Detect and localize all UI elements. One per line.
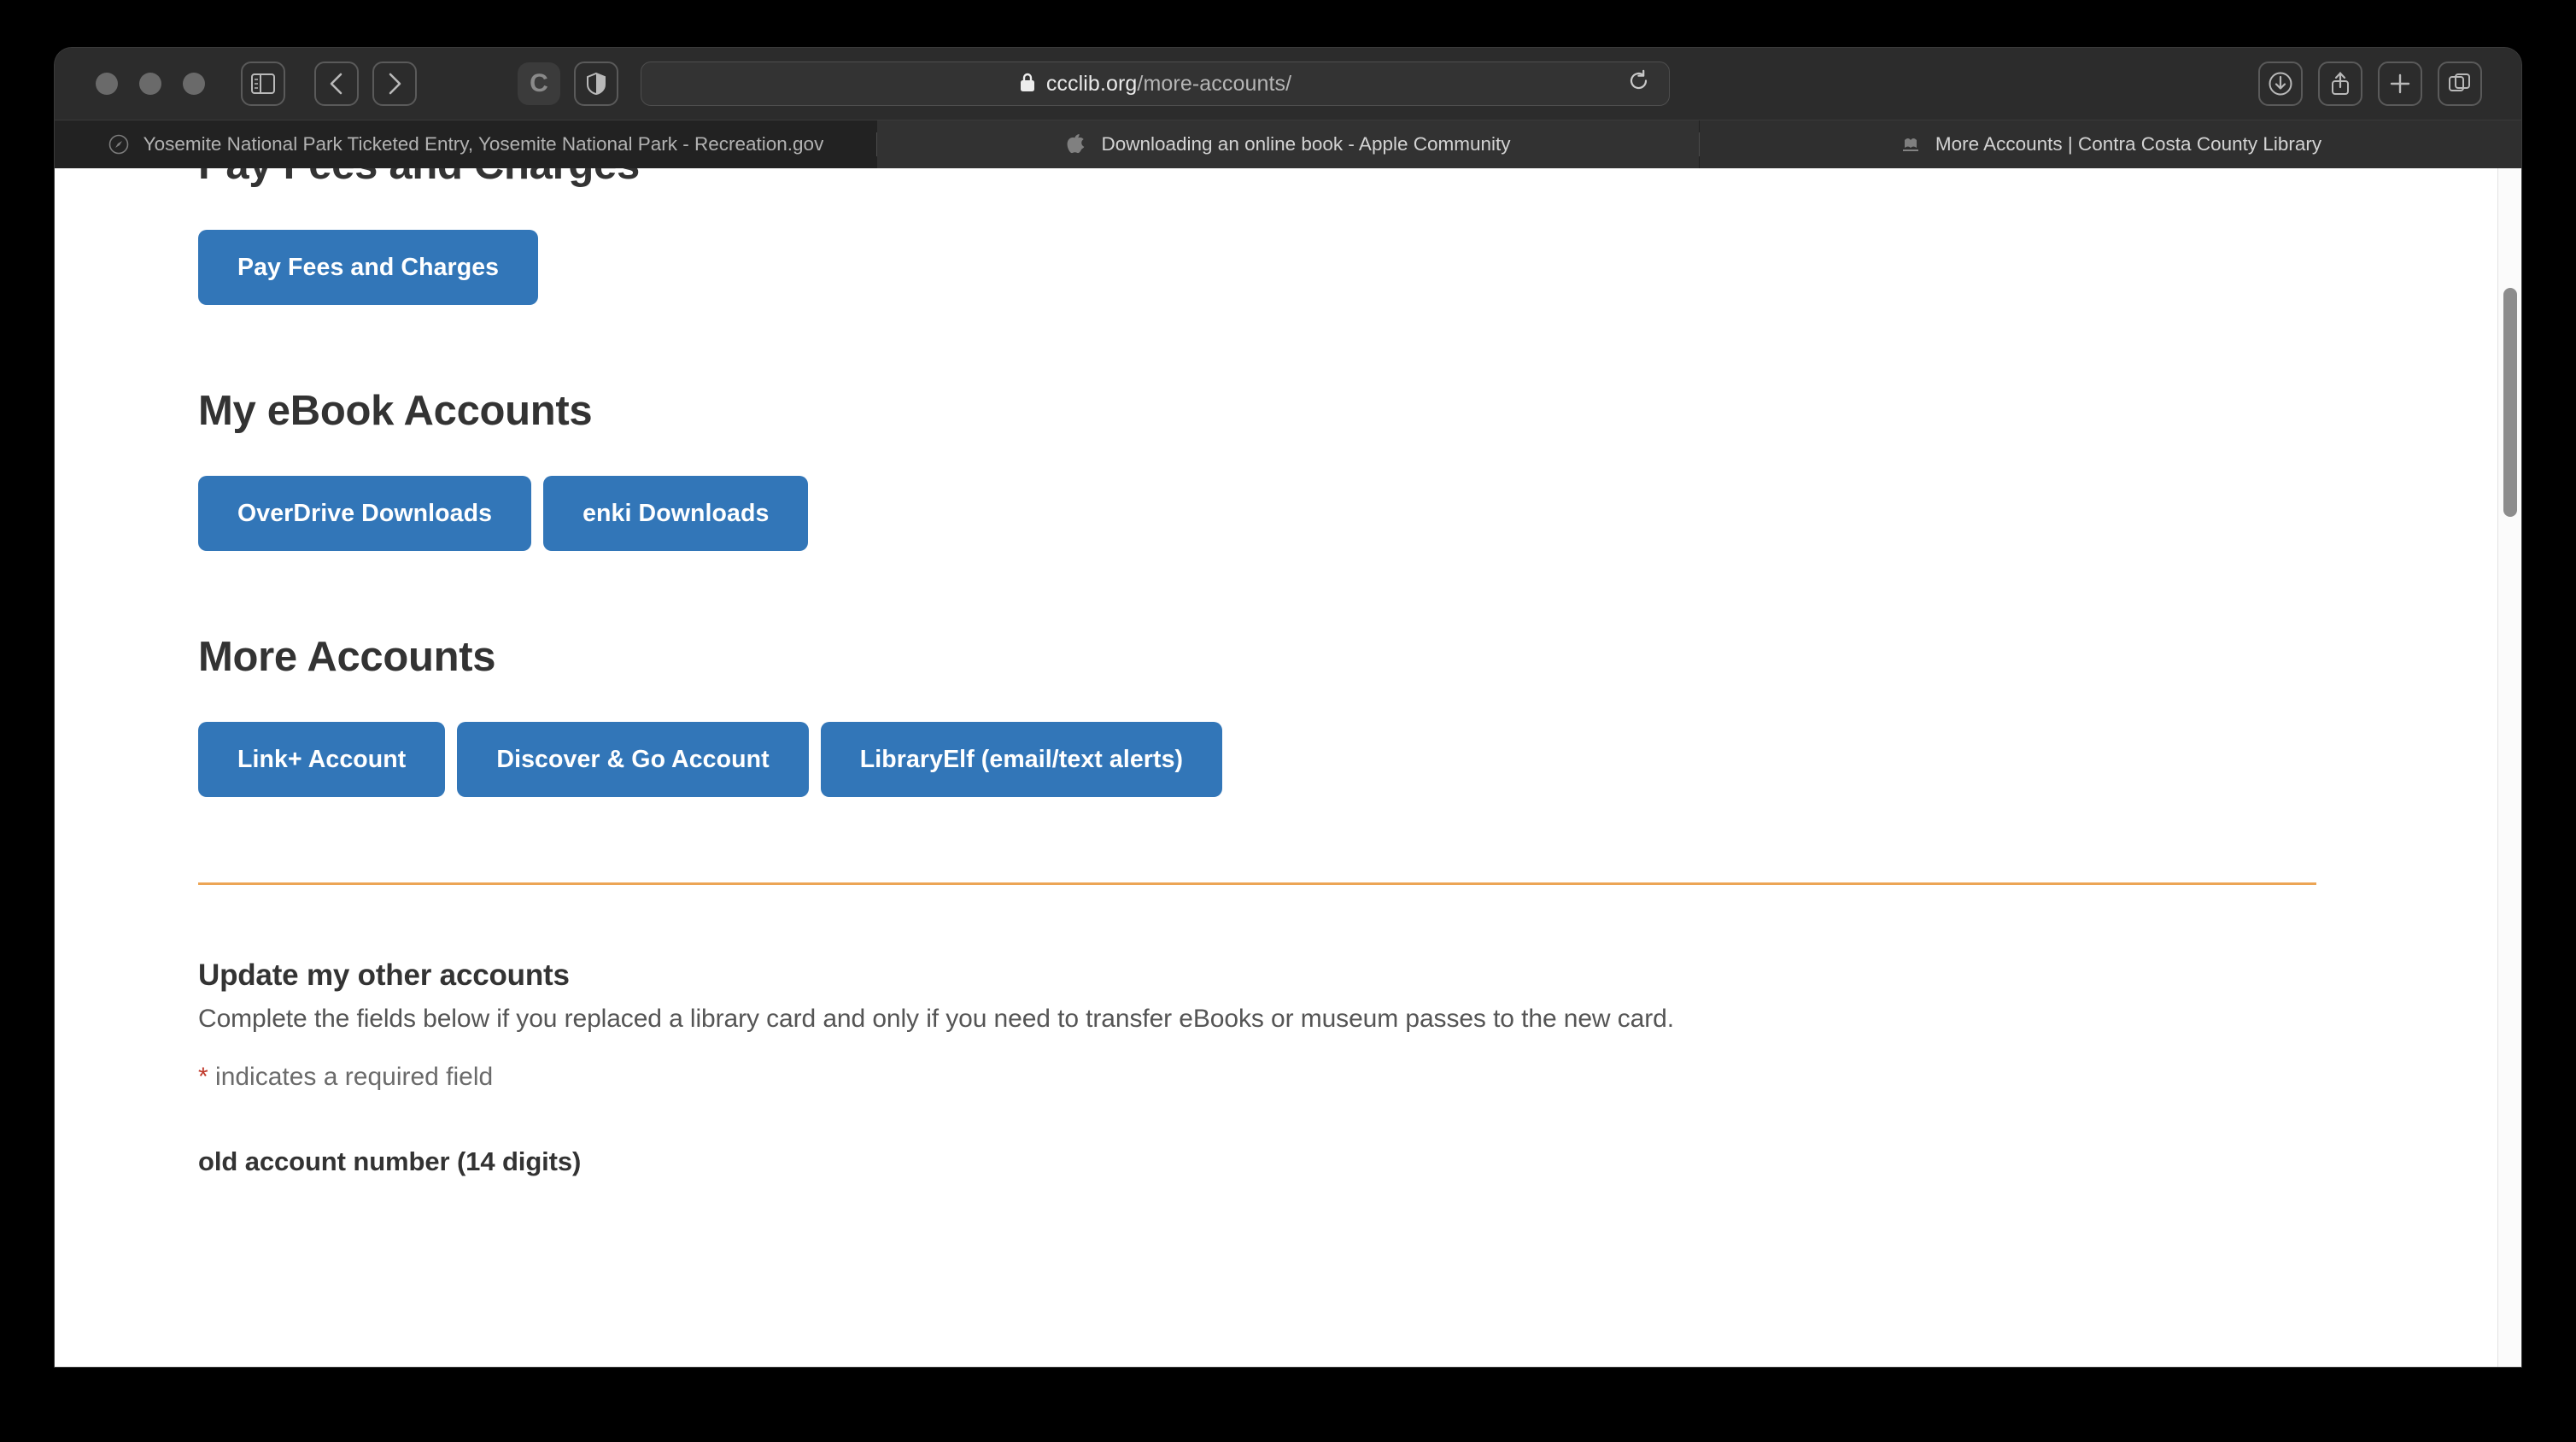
privacy-report-button[interactable] [574, 62, 618, 106]
update-accounts-description: Complete the fields below if you replace… [198, 1005, 1674, 1033]
pay-fees-and-charges-button[interactable]: Pay Fees and Charges [198, 230, 539, 305]
tab-more-accounts[interactable]: More Accounts | Contra Costa County Libr… [1700, 120, 2521, 168]
libraryelf-alerts-button[interactable]: LibraryElf (email/text alerts) [820, 722, 1223, 797]
address-path: /more-accounts/ [1137, 71, 1292, 96]
compass-icon [108, 133, 130, 155]
tab-apple-community[interactable]: Downloading an online book - Apple Commu… [877, 120, 1699, 168]
page-viewport: Pay Fees and Charges Pay Fees and Charge… [55, 168, 2521, 1367]
safari-window: C ccclib.org/more-accounts/ Yosemite Nat… [55, 48, 2521, 1367]
tab-label: More Accounts | Contra Costa County Libr… [1935, 133, 2322, 155]
extension-button[interactable]: C [518, 62, 560, 105]
new-tab-button[interactable] [2378, 62, 2422, 106]
required-note-text: indicates a required field [208, 1063, 494, 1091]
enki-downloads-button[interactable]: enki Downloads [543, 476, 809, 551]
apple-icon [1065, 133, 1087, 155]
toolbar-right-group [2258, 62, 2482, 106]
required-asterisk: * [198, 1063, 208, 1091]
address-bar-content: ccclib.org/more-accounts/ [1019, 71, 1291, 97]
minimize-button[interactable] [139, 73, 161, 95]
overdrive-downloads-button[interactable]: OverDrive Downloads [198, 476, 532, 551]
privacy-shield-icon [586, 72, 606, 96]
zoom-button[interactable] [183, 73, 205, 95]
window-controls [96, 73, 205, 95]
close-button[interactable] [96, 73, 118, 95]
reload-button[interactable] [1628, 69, 1650, 98]
toolbar-middle-group: C [518, 62, 618, 106]
navigation-buttons [314, 62, 417, 106]
sidebar-icon [251, 73, 275, 94]
plus-icon [2388, 72, 2412, 96]
library-icon [1900, 133, 1922, 155]
chevron-right-icon [386, 72, 403, 96]
old-account-number-label: old account number (14 digits) [198, 1146, 582, 1176]
link-plus-account-button[interactable]: Link+ Account [198, 722, 446, 797]
page-content: Pay Fees and Charges Pay Fees and Charge… [55, 168, 2521, 1177]
chevron-left-icon [328, 72, 345, 96]
required-field-note: * indicates a required field [198, 1063, 2521, 1092]
address-bar[interactable]: ccclib.org/more-accounts/ [641, 62, 1670, 106]
tab-bar: Yosemite National Park Ticketed Entry, Y… [55, 120, 2521, 168]
extension-c-icon: C [530, 69, 548, 97]
lock-icon [1019, 71, 1036, 97]
scrollbar-thumb[interactable] [2503, 288, 2517, 517]
download-icon [2268, 71, 2293, 97]
back-button[interactable] [314, 62, 359, 106]
share-icon [2329, 71, 2351, 97]
pay-fees-button-row: Pay Fees and Charges [198, 230, 2521, 305]
forward-button[interactable] [372, 62, 417, 106]
address-bar-url: ccclib.org/more-accounts/ [1046, 72, 1291, 97]
discover-and-go-account-button[interactable]: Discover & Go Account [457, 722, 809, 797]
downloads-button[interactable] [2258, 62, 2303, 106]
tab-overview-button[interactable] [2438, 62, 2482, 106]
pay-fees-heading: Pay Fees and Charges [198, 168, 2521, 189]
tab-yosemite[interactable]: Yosemite National Park Ticketed Entry, Y… [55, 120, 876, 168]
address-domain: ccclib.org [1045, 71, 1138, 96]
share-button[interactable] [2318, 62, 2362, 106]
sidebar-toggle-button[interactable] [241, 62, 285, 106]
reload-icon [1628, 69, 1650, 97]
my-ebook-accounts-heading: My eBook Accounts [198, 388, 593, 434]
ebook-button-row: OverDrive Downloads enki Downloads [198, 476, 2521, 551]
tab-overview-icon [2448, 72, 2472, 96]
vertical-scrollbar[interactable] [2497, 168, 2521, 1367]
tab-label: Yosemite National Park Ticketed Entry, Y… [143, 133, 824, 155]
more-accounts-heading: More Accounts [198, 634, 496, 680]
update-accounts-heading: Update my other accounts [198, 958, 570, 992]
more-accounts-button-row: Link+ Account Discover & Go Account Libr… [198, 722, 2521, 797]
browser-toolbar: C ccclib.org/more-accounts/ [55, 48, 2521, 120]
tab-label: Downloading an online book - Apple Commu… [1101, 133, 1511, 155]
